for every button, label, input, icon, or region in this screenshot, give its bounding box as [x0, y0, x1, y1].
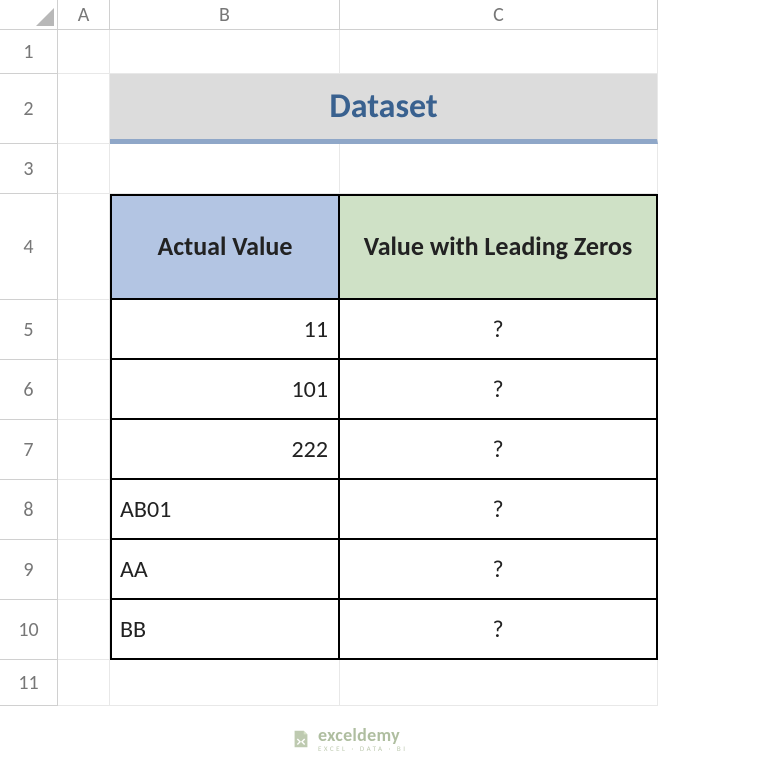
row-header-5[interactable]: 5 [0, 300, 58, 360]
cell-actual-3[interactable]: AB01 [110, 480, 340, 540]
cell-result-0[interactable]: ? [340, 300, 658, 360]
row-9: 9 AA ? [0, 540, 768, 600]
cell-actual-1[interactable]: 101 [110, 360, 340, 420]
row-6: 6 101 ? [0, 360, 768, 420]
row-header-3[interactable]: 3 [0, 144, 58, 194]
watermark-brand: exceldemy [318, 724, 400, 746]
cell-A11[interactable] [58, 660, 110, 706]
cell-result-3[interactable]: ? [340, 480, 658, 540]
cell-B1[interactable] [110, 30, 340, 74]
cell-A5[interactable] [58, 300, 110, 360]
cell-actual-0[interactable]: 11 [110, 300, 340, 360]
spreadsheet: A B C 1 2 Dataset 3 4 Actual Value Value… [0, 0, 768, 777]
cell-result-5[interactable]: ? [340, 600, 658, 660]
cell-A6[interactable] [58, 360, 110, 420]
cell-actual-5[interactable]: BB [110, 600, 340, 660]
select-all-corner[interactable] [0, 0, 58, 30]
cell-A3[interactable] [58, 144, 110, 194]
watermark-text-block: exceldemy EXCEL · DATA · BI [318, 724, 408, 753]
row-header-9[interactable]: 9 [0, 540, 58, 600]
row-header-7[interactable]: 7 [0, 420, 58, 480]
cell-C11[interactable] [340, 660, 658, 706]
row-header-2[interactable]: 2 [0, 74, 58, 144]
dataset-title[interactable]: Dataset [110, 74, 658, 144]
row-3: 3 [0, 144, 768, 194]
watermark-tagline: EXCEL · DATA · BI [318, 744, 408, 753]
cell-B11[interactable] [110, 660, 340, 706]
cell-C3[interactable] [340, 144, 658, 194]
cell-A7[interactable] [58, 420, 110, 480]
header-leading-zeros[interactable]: Value with Leading Zeros [340, 194, 658, 300]
row-11: 11 [0, 660, 768, 706]
row-5: 5 11 ? [0, 300, 768, 360]
col-header-A[interactable]: A [58, 0, 110, 30]
cell-actual-4[interactable]: AA [110, 540, 340, 600]
row-header-4[interactable]: 4 [0, 194, 58, 300]
cell-A4[interactable] [58, 194, 110, 300]
row-header-6[interactable]: 6 [0, 360, 58, 420]
cell-result-4[interactable]: ? [340, 540, 658, 600]
sheet-icon [290, 728, 312, 750]
row-7: 7 222 ? [0, 420, 768, 480]
cell-result-2[interactable]: ? [340, 420, 658, 480]
cell-A8[interactable] [58, 480, 110, 540]
cell-A10[interactable] [58, 600, 110, 660]
row-4: 4 Actual Value Value with Leading Zeros [0, 194, 768, 300]
row-header-1[interactable]: 1 [0, 30, 58, 74]
col-header-C[interactable]: C [340, 0, 658, 30]
row-header-10[interactable]: 10 [0, 600, 58, 660]
cell-A1[interactable] [58, 30, 110, 74]
cell-B3[interactable] [110, 144, 340, 194]
cell-C1[interactable] [340, 30, 658, 74]
row-2: 2 Dataset [0, 74, 768, 144]
cell-A9[interactable] [58, 540, 110, 600]
column-headers-row: A B C [0, 0, 768, 30]
cell-result-1[interactable]: ? [340, 360, 658, 420]
cell-A2[interactable] [58, 74, 110, 144]
row-header-11[interactable]: 11 [0, 660, 58, 706]
row-10: 10 BB ? [0, 600, 768, 660]
row-8: 8 AB01 ? [0, 480, 768, 540]
cell-actual-2[interactable]: 222 [110, 420, 340, 480]
watermark: exceldemy EXCEL · DATA · BI [290, 724, 408, 753]
col-header-B[interactable]: B [110, 0, 340, 30]
row-1: 1 [0, 30, 768, 74]
row-header-8[interactable]: 8 [0, 480, 58, 540]
header-actual-value[interactable]: Actual Value [110, 194, 340, 300]
